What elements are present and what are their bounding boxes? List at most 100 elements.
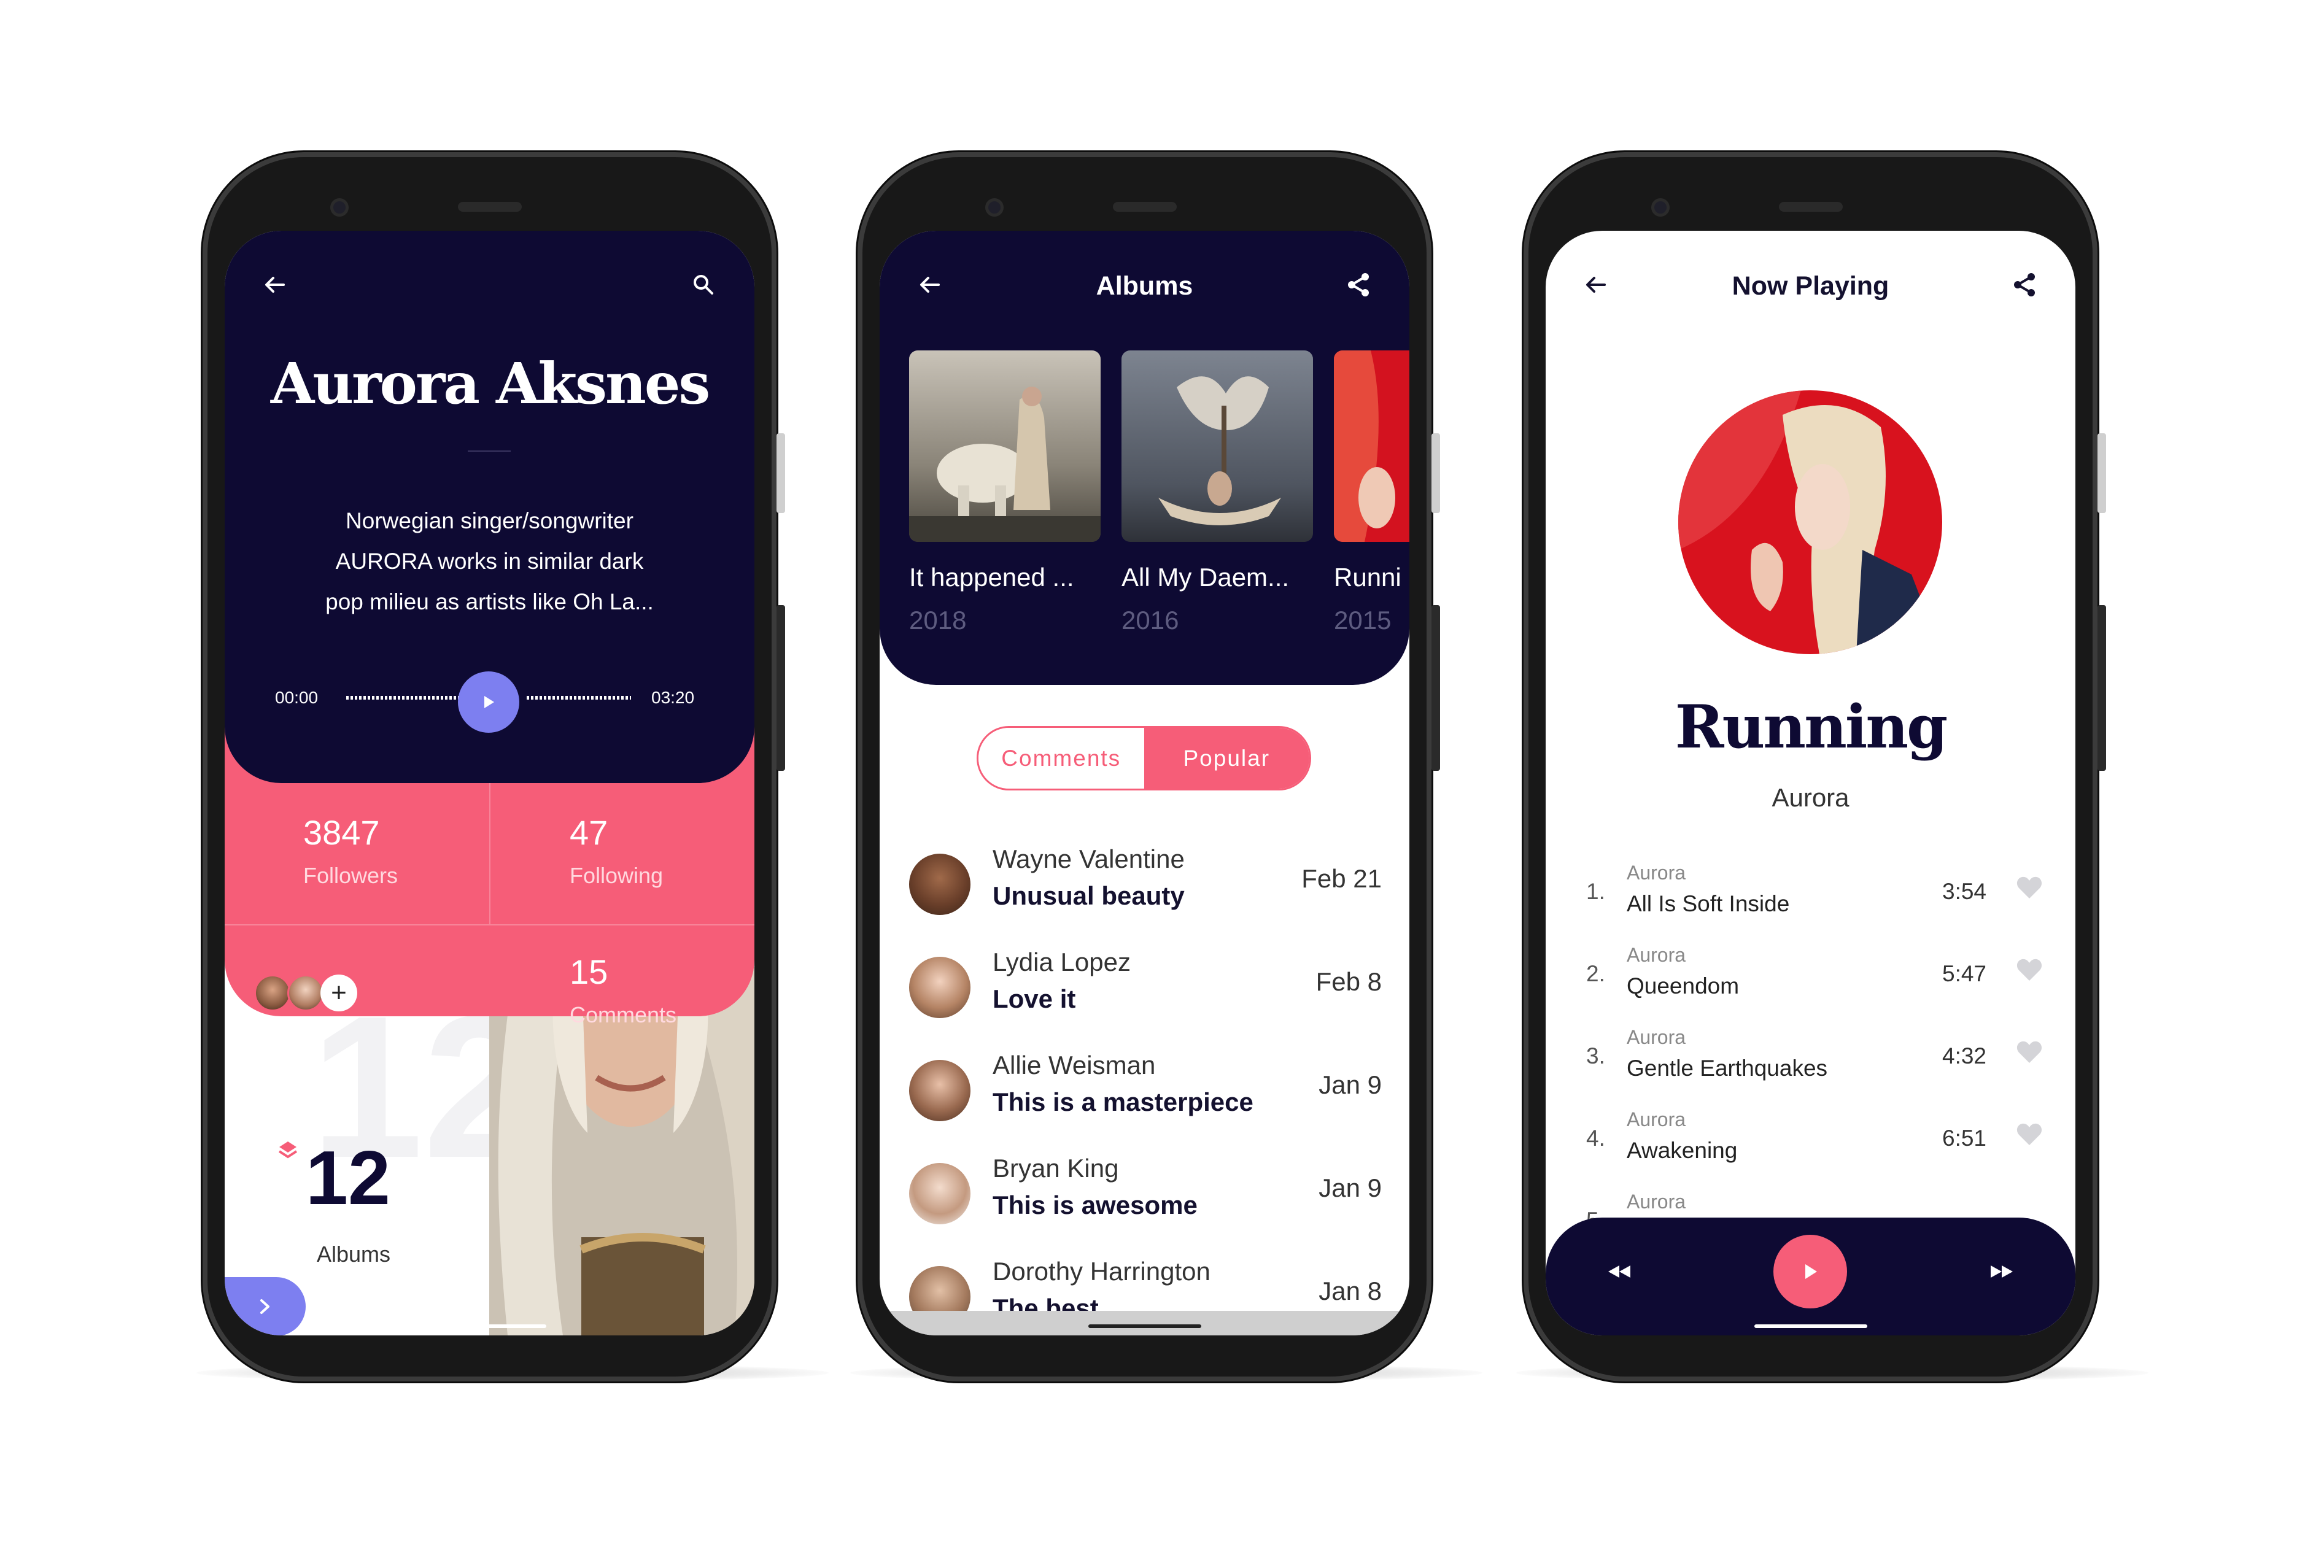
album-cover	[1334, 350, 1409, 542]
home-indicator[interactable]	[433, 1324, 546, 1328]
track-row[interactable]: 4. Aurora Awakening 6:51	[1586, 1108, 2043, 1170]
track-artist: Aurora	[1627, 1108, 1686, 1130]
track-artist: Aurora	[1627, 1026, 1686, 1048]
album-card[interactable]: Runni 2015	[1334, 350, 1409, 635]
track-title: Awakening	[1627, 1138, 1738, 1163]
bio-line: Norwegian singer/songwriter	[346, 508, 633, 533]
comment-author: Bryan King	[993, 1154, 1119, 1183]
album-art	[1678, 390, 1942, 654]
phone-artist: 12 12 Albums 3847 Followers 47 Following…	[203, 152, 785, 1381]
rewind-icon	[1608, 1265, 1630, 1278]
album-year: 2018	[909, 606, 967, 635]
track-row[interactable]: 2. Aurora Queendom 5:47	[1586, 944, 2043, 1005]
track-duration: 4:32	[1942, 1043, 1987, 1068]
arrow-left-icon	[265, 277, 285, 293]
time-elapsed: 00:00	[275, 688, 319, 707]
player-bar	[1546, 1218, 2075, 1335]
power-button	[2097, 433, 2106, 513]
share-icon	[2014, 273, 2035, 296]
add-comment-button[interactable]: +	[320, 975, 357, 1011]
volume-button	[2097, 605, 2106, 771]
track-index: 3.	[1586, 1043, 1605, 1068]
play-button[interactable]	[1773, 1235, 1847, 1308]
commenter-avatar[interactable]	[287, 975, 324, 1011]
artist-name: Aurora Aksnes	[270, 350, 710, 417]
track-index: 4.	[1586, 1126, 1605, 1151]
track-artist: Aurora	[1627, 862, 1686, 884]
fast-forward-button[interactable]	[1983, 1253, 2020, 1290]
albums-header: Albums It happened ... 2018 All My Daem.…	[880, 231, 1409, 685]
comment-text: Love it	[993, 984, 1076, 1013]
play-icon	[1805, 1264, 1817, 1279]
album-year: 2015	[1334, 606, 1392, 635]
comments-label: Comments	[570, 1002, 677, 1027]
comment-item[interactable]: Bryan King This is awesome Jan 9	[909, 1154, 1382, 1227]
track-row[interactable]: 1. Aurora All Is Soft Inside 3:54	[1586, 862, 2043, 923]
albums-screen: Albums It happened ... 2018 All My Daem.…	[880, 231, 1409, 1335]
albums-stack-icon	[277, 1139, 299, 1167]
waveform-right[interactable]	[527, 693, 631, 702]
track-row[interactable]: 3. Aurora Gentle Earthquakes 4:32	[1586, 1026, 2043, 1087]
avatar	[909, 1060, 970, 1121]
fast-forward-icon	[1991, 1265, 2013, 1278]
comments-tab-switch: Comments Popular	[977, 726, 1311, 790]
volume-button	[1431, 605, 1440, 771]
volume-button	[777, 605, 785, 771]
chevron-right-icon	[260, 1299, 269, 1314]
album-card[interactable]: It happened ... 2018	[909, 350, 1101, 635]
share-button[interactable]	[2006, 266, 2043, 303]
heart-icon[interactable]	[2016, 875, 2043, 900]
avatar	[909, 854, 970, 915]
share-icon	[1348, 273, 1369, 296]
track-title: Queendom	[1627, 973, 1740, 998]
screen-title: Albums	[1096, 271, 1193, 301]
phone-now-playing: Now Playing Running Aurora 1. Aurora All…	[1524, 152, 2106, 1381]
power-button	[1431, 433, 1440, 513]
album-title: It happened ...	[909, 563, 1074, 592]
commenter-avatar[interactable]	[254, 975, 291, 1011]
comment-date: Feb 21	[1301, 864, 1382, 893]
track-index: 2.	[1586, 961, 1605, 986]
comment-date: Jan 8	[1319, 1276, 1382, 1305]
front-camera	[330, 198, 349, 217]
avatar	[909, 957, 970, 1018]
heart-icon[interactable]	[2016, 1040, 2043, 1064]
album-year: 2016	[1121, 606, 1179, 635]
artist-screen: 12 12 Albums 3847 Followers 47 Following…	[225, 231, 754, 1335]
tab-comments[interactable]: Comments	[978, 728, 1144, 789]
next-button[interactable]	[225, 1277, 306, 1335]
time-total: 03:20	[651, 688, 695, 707]
bio-line: pop milieu as artists like Oh La...	[325, 589, 654, 614]
album-cover-art	[1121, 350, 1313, 542]
comment-author: Wayne Valentine	[993, 844, 1185, 873]
track-index: 1.	[1586, 879, 1605, 904]
album-cover	[1121, 350, 1313, 542]
heart-icon[interactable]	[2016, 957, 2043, 982]
title-divider	[468, 450, 511, 452]
rewind-button[interactable]	[1601, 1253, 1638, 1290]
back-button[interactable]	[257, 266, 293, 303]
front-camera	[985, 198, 1004, 217]
search-icon	[694, 275, 713, 295]
home-indicator[interactable]	[1754, 1324, 1867, 1328]
album-card[interactable]: All My Daem... 2016	[1121, 350, 1313, 635]
song-title: Running	[1675, 692, 1948, 762]
tab-popular[interactable]: Popular	[1144, 728, 1309, 789]
followers-label: Followers	[303, 863, 398, 888]
share-button[interactable]	[1340, 266, 1377, 303]
comment-item[interactable]: Lydia Lopez Love it Feb 8	[909, 948, 1382, 1021]
play-button[interactable]	[458, 671, 519, 733]
comment-item[interactable]: Wayne Valentine Unusual beauty Feb 21	[909, 844, 1382, 918]
track-duration: 3:54	[1942, 879, 1987, 904]
albums-label: Albums	[317, 1242, 391, 1267]
play-icon	[484, 696, 494, 708]
heart-icon[interactable]	[2016, 1122, 2043, 1146]
avatar	[909, 1163, 970, 1224]
album-art-disc	[1678, 390, 1942, 654]
search-button[interactable]	[685, 266, 722, 303]
now-playing-screen: Now Playing Running Aurora 1. Aurora All…	[1546, 231, 2075, 1335]
home-indicator[interactable]	[1088, 1324, 1201, 1328]
track-artist: Aurora	[1627, 1191, 1686, 1213]
comment-item[interactable]: Allie Weisman This is a masterpiece Jan …	[909, 1051, 1382, 1124]
waveform-left[interactable]	[346, 693, 463, 702]
